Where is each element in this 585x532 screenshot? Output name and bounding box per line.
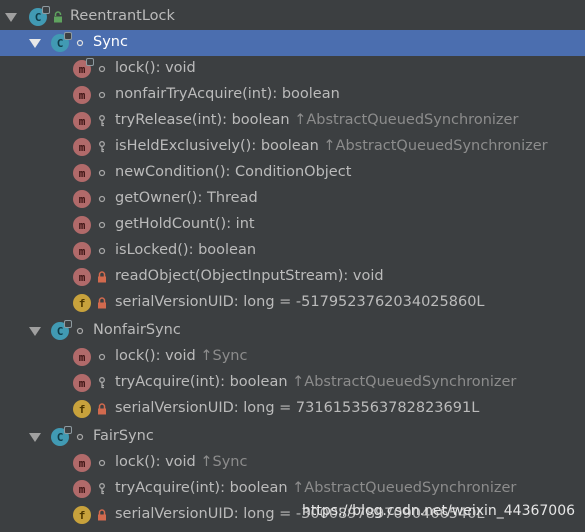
tree-member-tryacquire[interactable]: m tryAcquire(int): boolean ↑AbstractQueu… [0,370,585,396]
member-label: getHoldCount(): int [115,216,255,232]
inherited-from: ↑AbstractQueuedSynchronizer [292,480,517,496]
private-lock-icon [96,403,108,415]
class-icon: C [29,6,50,26]
inherited-from: ↑Sync [200,454,248,470]
member-label: newCondition(): ConditionObject [115,164,352,180]
inherited-from: ↑AbstractQueuedSynchronizer [323,138,548,154]
package-private-icon [74,37,86,49]
public-lock-icon [52,11,64,23]
tree-node-fairsync[interactable]: C FairSync [0,424,585,450]
protected-key-icon [96,141,108,153]
tree-member-newcondition[interactable]: m newCondition(): ConditionObject [0,160,585,186]
private-lock-icon [96,509,108,521]
member-label: tryAcquire(int): boolean [115,480,293,496]
class-icon: C [51,426,72,446]
method-icon: m [73,86,91,104]
tree-node-reentrantlock[interactable]: C ReentrantLock [0,4,585,30]
package-private-icon [96,219,108,231]
watermark: https://blog.csdn.net/weixin_44367006 [302,503,576,519]
package-private-icon [74,431,86,443]
package-private-icon [96,351,108,363]
inherited-from: ↑AbstractQueuedSynchronizer [294,112,519,128]
member-label: getOwner(): Thread [115,190,258,206]
inherited-from: ↑Sync [200,348,248,364]
tree-member-isheldexclusively[interactable]: m isHeldExclusively(): boolean ↑Abstract… [0,134,585,160]
member-label: serialVersionUID: long = 731615356378282… [115,400,480,416]
tree-member-serialversionuid[interactable]: f serialVersionUID: long = -517952376203… [0,290,585,316]
member-label: tryRelease(int): boolean [115,112,295,128]
tree-member-lock[interactable]: m lock(): void [0,56,585,82]
expand-arrow-icon[interactable] [29,327,41,336]
package-private-icon [96,167,108,179]
method-icon: m [73,138,91,156]
member-label: lock(): void [115,60,196,76]
package-private-icon [74,325,86,337]
package-private-icon [96,63,108,75]
package-private-icon [96,193,108,205]
member-label: isHeldExclusively(): boolean [115,138,324,154]
package-private-icon [96,245,108,257]
tree-member-getholdcount[interactable]: m getHoldCount(): int [0,212,585,238]
tree-member-nonfairtryacquire[interactable]: m nonfairTryAcquire(int): boolean [0,82,585,108]
method-icon: m [73,268,91,286]
protected-key-icon [96,377,108,389]
method-icon: m [73,374,91,392]
protected-key-icon [96,483,108,495]
field-icon: f [73,506,91,524]
class-icon: C [51,32,72,52]
tree-member-lock[interactable]: m lock(): void ↑Sync [0,344,585,370]
tree-member-readobject[interactable]: m readObject(ObjectInputStream): void [0,264,585,290]
class-name: NonfairSync [93,322,181,338]
tree-member-islocked[interactable]: m isLocked(): boolean [0,238,585,264]
tree-node-nonfairsync[interactable]: C NonfairSync [0,318,585,344]
method-icon: m [73,348,91,366]
package-private-icon [96,89,108,101]
tree-member-tryacquire[interactable]: m tryAcquire(int): boolean ↑AbstractQueu… [0,476,585,502]
tree-member-getowner[interactable]: m getOwner(): Thread [0,186,585,212]
member-label: lock(): void [115,454,201,470]
method-icon: m [73,216,91,234]
member-label: nonfairTryAcquire(int): boolean [115,86,340,102]
method-icon: m [73,242,91,260]
member-label: isLocked(): boolean [115,242,257,258]
method-icon: m [73,190,91,208]
class-name: ReentrantLock [70,8,175,24]
member-label: tryAcquire(int): boolean [115,374,293,390]
inherited-from: ↑AbstractQueuedSynchronizer [292,374,517,390]
method-icon: m [73,164,91,182]
protected-key-icon [96,115,108,127]
method-icon: m [73,58,94,78]
private-lock-icon [96,271,108,283]
class-name: Sync [93,34,128,50]
method-icon: m [73,112,91,130]
method-icon: m [73,454,91,472]
expand-arrow-icon[interactable] [5,13,17,22]
expand-arrow-icon[interactable] [29,433,41,442]
class-icon: C [51,320,72,340]
tree-node-sync[interactable]: C Sync [0,30,585,56]
tree-member-tryrelease[interactable]: m tryRelease(int): boolean ↑AbstractQueu… [0,108,585,134]
field-icon: f [73,400,91,418]
member-label: readObject(ObjectInputStream): void [115,268,384,284]
method-icon: m [73,480,91,498]
tree-member-lock[interactable]: m lock(): void ↑Sync [0,450,585,476]
package-private-icon [96,457,108,469]
field-icon: f [73,294,91,312]
member-label: lock(): void [115,348,201,364]
member-label: serialVersionUID: long = -51795237620340… [115,294,485,310]
tree-member-serialversionuid[interactable]: f serialVersionUID: long = 7316153563782… [0,396,585,422]
private-lock-icon [96,297,108,309]
expand-arrow-icon[interactable] [29,39,41,48]
class-name: FairSync [93,428,154,444]
